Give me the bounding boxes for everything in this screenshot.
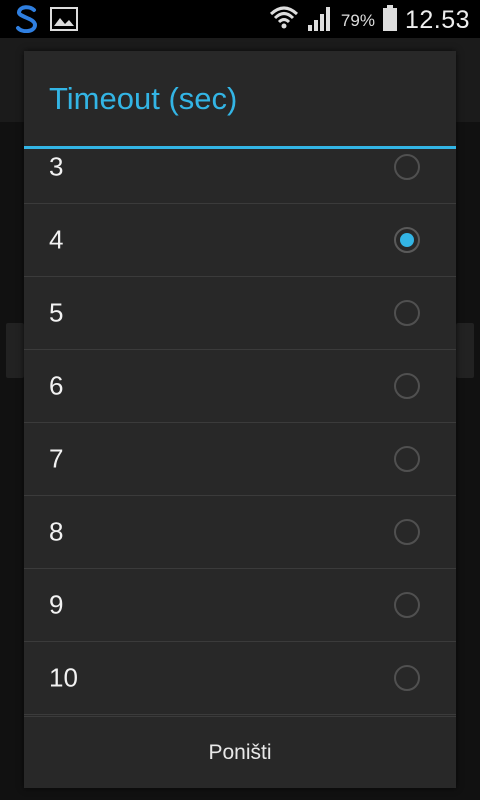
radio-button[interactable] xyxy=(394,665,420,691)
list-item[interactable]: 7 xyxy=(24,423,456,496)
dialog-title: Timeout (sec) xyxy=(24,51,456,149)
background-control-right xyxy=(456,323,474,378)
option-label: 8 xyxy=(49,516,64,547)
wifi-icon xyxy=(269,4,299,37)
option-label: 7 xyxy=(49,443,64,474)
radio-button[interactable] xyxy=(394,592,420,618)
option-label: 5 xyxy=(49,297,64,328)
radio-button[interactable] xyxy=(394,519,420,545)
list-item[interactable]: 10 xyxy=(24,642,456,715)
option-label: 6 xyxy=(49,370,64,401)
timeout-dialog: Timeout (sec) 3 4 5 6 7 8 9 10 Poništi xyxy=(24,51,456,788)
radio-button-selected[interactable] xyxy=(394,227,420,253)
option-label: 3 xyxy=(49,151,64,182)
app-s-icon xyxy=(14,5,40,38)
list-item[interactable]: 5 xyxy=(24,277,456,350)
battery-percent: 79% xyxy=(340,10,375,30)
gallery-icon xyxy=(50,7,78,36)
cancel-button[interactable]: Poništi xyxy=(24,716,456,788)
list-item[interactable]: 8 xyxy=(24,496,456,569)
options-list[interactable]: 3 4 5 6 7 8 9 10 xyxy=(24,149,456,717)
background-control-left xyxy=(6,323,24,378)
status-bar: 79% 12.53 xyxy=(0,0,480,38)
radio-button[interactable] xyxy=(394,300,420,326)
option-label: 4 xyxy=(49,224,64,255)
clock: 12.53 xyxy=(404,6,470,34)
radio-button[interactable] xyxy=(394,373,420,399)
list-item[interactable]: 3 xyxy=(24,149,456,204)
list-item[interactable]: 9 xyxy=(24,569,456,642)
list-item[interactable]: 4 xyxy=(24,204,456,277)
signal-icon xyxy=(307,5,333,36)
cancel-button-label: Poništi xyxy=(208,740,272,764)
battery-icon xyxy=(382,5,397,36)
option-label: 10 xyxy=(49,662,78,693)
radio-button[interactable] xyxy=(394,446,420,472)
radio-button[interactable] xyxy=(394,154,420,180)
option-label: 9 xyxy=(49,589,64,620)
list-item[interactable]: 6 xyxy=(24,350,456,423)
